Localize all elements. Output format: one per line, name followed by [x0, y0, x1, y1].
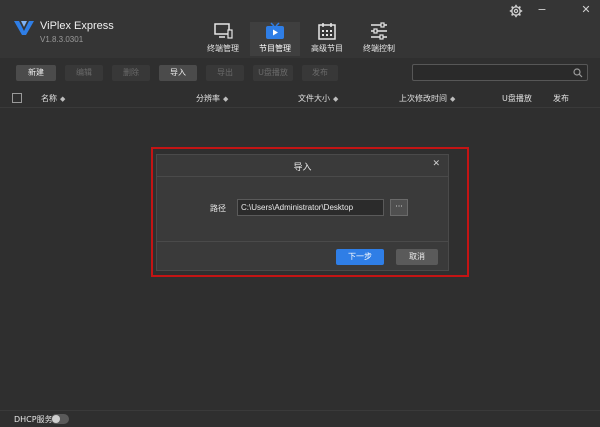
monitor-icon [214, 23, 233, 39]
sort-icon: ◆ [450, 95, 456, 103]
nav-program-management[interactable]: 节目管理 [250, 22, 300, 56]
nav-label: 节目管理 [259, 44, 291, 53]
toggle-knob [52, 415, 60, 423]
dhcp-toggle[interactable] [51, 414, 69, 424]
new-button[interactable]: 新建 [16, 65, 56, 81]
nav-label: 终端管理 [207, 44, 239, 53]
nav-label: 高级节目 [311, 44, 343, 53]
app-version: V1.8.3.0301 [40, 35, 84, 44]
sort-icon: ◆ [333, 95, 339, 103]
column-usb-play: U盘播放 [502, 94, 532, 103]
edit-button[interactable]: 编辑 [65, 65, 103, 81]
import-dialog: 导入 ✕ 路径 C:\Users\Administrator\Desktop ·… [156, 154, 449, 271]
title-bar: ViPlex Express V1.8.3.0301 − ✕ 终端管理 节目管理… [0, 0, 600, 58]
close-icon[interactable]: ✕ [432, 159, 440, 169]
delete-button[interactable]: 删除 [112, 65, 150, 81]
select-all-checkbox[interactable] [12, 93, 22, 103]
nav-label: 终端控制 [363, 44, 395, 53]
column-name[interactable]: 名称 ◆ [41, 93, 65, 104]
table-header: 名称 ◆ 分辨率 ◆ 文件大小 ◆ 上次修改时间 ◆ U盘播放 发布 [0, 88, 600, 108]
publish-button[interactable]: 发布 [302, 65, 338, 81]
path-field[interactable]: C:\Users\Administrator\Desktop [237, 199, 384, 216]
nav-terminal-management[interactable]: 终端管理 [198, 22, 248, 56]
column-resolution[interactable]: 分辨率 ◆ [196, 93, 228, 104]
dialog-header: 导入 ✕ [157, 155, 448, 177]
search-icon[interactable] [573, 68, 583, 78]
dhcp-label: DHCP服务 [14, 415, 53, 424]
search-input[interactable] [412, 64, 588, 81]
nav-terminal-control[interactable]: 终端控制 [354, 22, 404, 56]
viplex-logo-icon [14, 21, 34, 35]
usb-play-button[interactable]: U盘播放 [253, 65, 293, 81]
status-bar: DHCP服务 [0, 410, 600, 427]
next-button[interactable]: 下一步 [336, 249, 384, 265]
gear-icon[interactable] [509, 4, 523, 18]
sort-icon: ◆ [223, 95, 229, 103]
dialog-title: 导入 [293, 163, 312, 173]
export-button[interactable]: 导出 [206, 65, 244, 81]
sort-icon: ◆ [60, 95, 66, 103]
column-publish: 发布 [553, 94, 569, 103]
path-label: 路径 [210, 204, 226, 213]
calendar-icon [318, 23, 336, 40]
minimize-button[interactable]: − [535, 3, 549, 17]
import-button[interactable]: 导入 [159, 65, 197, 81]
dialog-divider [157, 241, 448, 242]
column-file-size[interactable]: 文件大小 ◆ [298, 93, 338, 104]
tv-play-icon [266, 22, 284, 39]
close-window-button[interactable]: ✕ [579, 3, 593, 17]
browse-button[interactable]: ··· [390, 199, 408, 216]
app-window: ViPlex Express V1.8.3.0301 − ✕ 终端管理 节目管理… [0, 0, 600, 427]
cancel-button[interactable]: 取消 [396, 249, 438, 265]
app-title: ViPlex Express [40, 20, 114, 32]
sliders-icon [371, 22, 387, 40]
nav-advanced-program[interactable]: 高级节目 [302, 22, 352, 56]
column-last-modified[interactable]: 上次修改时间 ◆ [399, 93, 455, 104]
